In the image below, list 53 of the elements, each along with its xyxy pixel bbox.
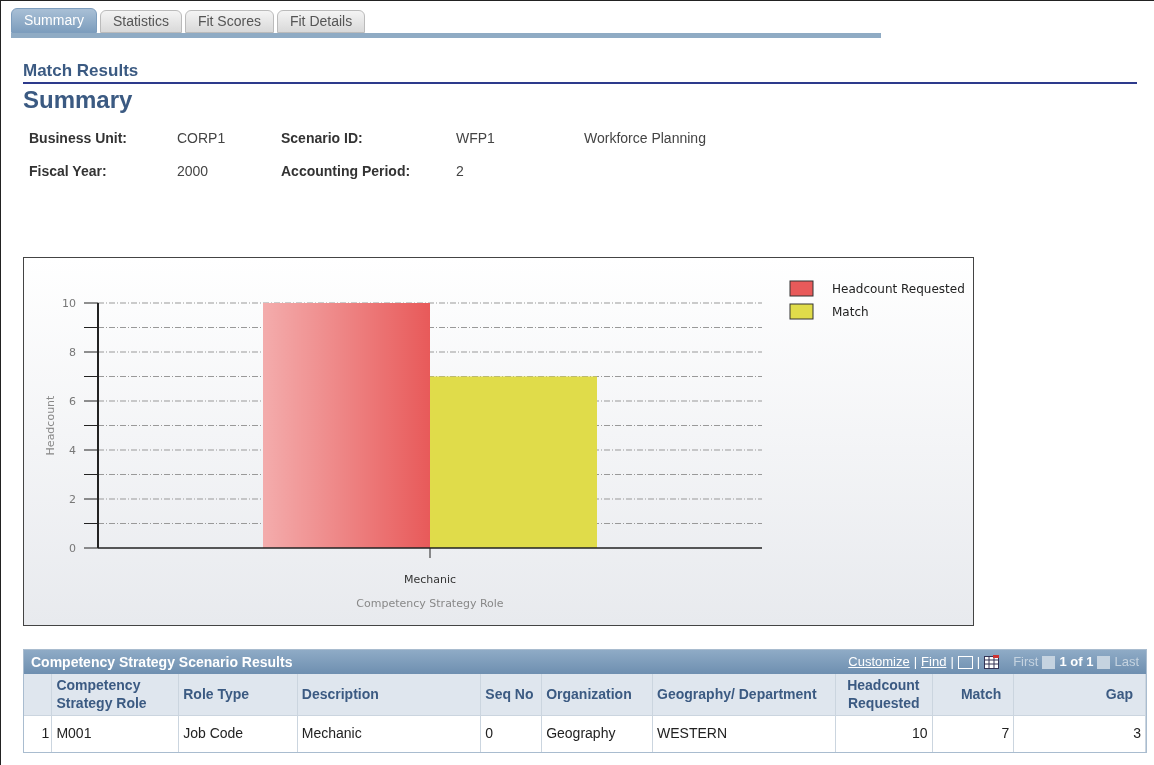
field-value: CORP1 [177, 129, 227, 148]
axis-title: Competency Strategy Role [356, 597, 504, 610]
category-label: Mechanic [403, 573, 457, 586]
field-value: 2 [456, 162, 465, 181]
legend-label: Match [832, 305, 869, 319]
field-label: Business Unit: [29, 129, 128, 148]
column-header: Role Type [178, 674, 298, 715]
field-label: Scenario ID: [281, 129, 364, 148]
column-header: Gap [1013, 674, 1146, 715]
separator: | [913, 653, 918, 672]
field-label: Fiscal Year: [29, 162, 108, 181]
column-header: Seq No [480, 674, 542, 715]
tick-label: 0 [69, 542, 76, 555]
column-header: Match [932, 674, 1014, 715]
tick-label: 4 [69, 444, 76, 457]
zoom-icon[interactable] [957, 655, 973, 669]
axis-title: Headcount [44, 395, 57, 456]
column-header: Organization [541, 674, 653, 715]
tick-label: 8 [69, 346, 76, 359]
grid-title: Competency Strategy Scenario Results [31, 652, 294, 672]
table-cell: Geography [541, 715, 653, 752]
table-cell: 3 [1013, 715, 1146, 752]
column-header: Headcount Requested [835, 674, 932, 715]
spreadsheet-icon[interactable] [984, 655, 1000, 669]
page-range: 1 of 1 [1059, 653, 1094, 672]
column-header: Description [297, 674, 481, 715]
tab[interactable]: Fit Details [276, 10, 366, 33]
table-cell: Mechanic [297, 715, 481, 752]
tick-label: 6 [69, 395, 76, 408]
table-cell: Job Code [178, 715, 298, 752]
table-cell: 7 [932, 715, 1014, 752]
nav-first: First [1013, 653, 1039, 672]
field-value: WFP1 [456, 129, 496, 148]
field-value: 2000 [177, 162, 210, 181]
column-header: Geography/ Department [652, 674, 836, 715]
table-cell: M001 [51, 715, 179, 752]
field-description: Workforce Planning [584, 129, 707, 148]
legend-label: Headcount Requested [832, 282, 965, 296]
nav-last: Last [1114, 653, 1139, 672]
tab[interactable]: Statistics [99, 10, 182, 33]
tick-label: 10 [62, 297, 76, 310]
page-title: Summary [23, 85, 134, 115]
table-cell: WESTERN [652, 715, 836, 752]
table-cell: 10 [835, 715, 932, 752]
separator: | [976, 653, 981, 672]
separator: | [950, 653, 954, 672]
row-number: 1 [24, 715, 52, 752]
page-group-title: Match Results [23, 60, 140, 82]
column-header: Competency Strategy Role [51, 674, 179, 715]
field-label: Accounting Period: [281, 162, 412, 181]
tab[interactable]: Fit Scores [184, 10, 274, 33]
table-cell: 0 [480, 715, 542, 752]
tick-label: 2 [69, 493, 76, 506]
